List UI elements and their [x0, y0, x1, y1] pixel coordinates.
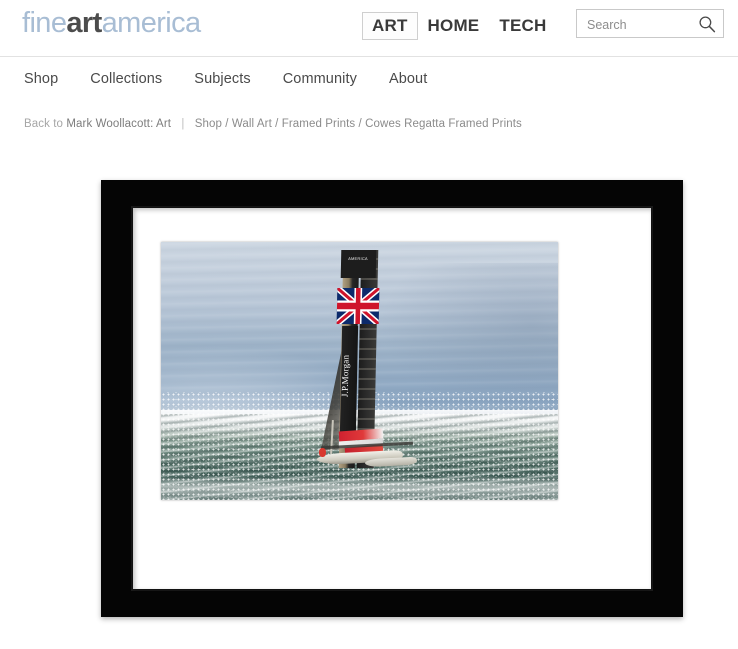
subnav-item-about[interactable]: About — [389, 71, 427, 87]
artwork-mast-top-text: AMERICA — [348, 256, 368, 261]
search-icon[interactable] — [698, 15, 716, 33]
framed-print-preview[interactable]: AMERICA J.P.Morgan — [101, 180, 683, 617]
search-input[interactable] — [585, 10, 701, 39]
breadcrumb-back-prefix: Back to — [24, 118, 64, 130]
artwork-mast-top-panel — [340, 250, 377, 278]
primary-nav: ART HOME TECH — [362, 12, 556, 40]
breadcrumb-separator: | — [181, 118, 185, 130]
secondary-nav: Shop Collections Subjects Community Abou… — [0, 57, 738, 105]
breadcrumb-back-link[interactable]: Mark Woollacott: Art — [66, 118, 171, 130]
logo-segment-america: america — [101, 7, 202, 39]
subnav-item-community[interactable]: Community — [283, 71, 357, 87]
search-box[interactable] — [576, 9, 724, 39]
nav-item-art[interactable]: ART — [362, 12, 418, 40]
subnav-item-collections[interactable]: Collections — [90, 71, 162, 87]
artwork-sail-text-label: J.P.Morgan — [339, 354, 351, 398]
logo-segment-art: art — [66, 7, 102, 39]
subnav-item-subjects[interactable]: Subjects — [194, 71, 250, 87]
subnav-item-shop[interactable]: Shop — [24, 71, 58, 87]
breadcrumb-path[interactable]: Shop / Wall Art / Framed Prints / Cowes … — [195, 118, 522, 130]
site-header: fineartamerica ART HOME TECH — [0, 0, 738, 57]
artwork-crew-member — [319, 448, 326, 457]
union-jack-icon — [336, 288, 380, 324]
nav-item-tech[interactable]: TECH — [489, 12, 556, 40]
artwork-sail-text: J.P.Morgan — [340, 340, 357, 424]
site-logo[interactable]: fineartamerica — [22, 7, 201, 40]
breadcrumb: Back to Mark Woollacott: Art | Shop / Wa… — [24, 118, 522, 130]
logo-segment-fine: fine — [22, 7, 67, 39]
artwork-image[interactable]: AMERICA J.P.Morgan — [161, 242, 558, 500]
artwork-catamaran: AMERICA J.P.Morgan — [315, 248, 425, 478]
nav-item-home[interactable]: HOME — [418, 12, 490, 40]
